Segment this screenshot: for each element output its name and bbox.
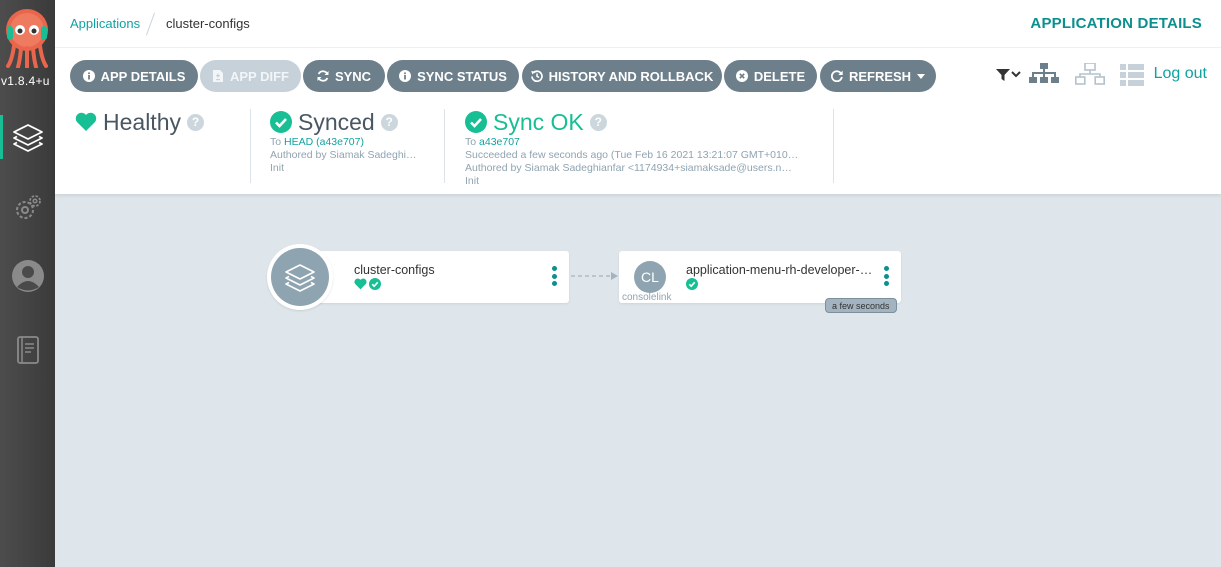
history-and-rollback-label: HISTORY AND ROLLBACK	[548, 68, 714, 84]
refresh-label: REFRESH	[848, 68, 912, 84]
sync-message: Init	[270, 162, 285, 174]
resource-age-badge: a few seconds	[825, 298, 897, 313]
top-bar: Applications cluster-configs APPLICATION…	[55, 0, 1221, 48]
info-icon	[82, 70, 95, 82]
question-circle-icon[interactable]: ?	[186, 113, 204, 131]
operation-revision-line: To a43e707	[465, 136, 815, 149]
layers-icon	[285, 264, 315, 292]
divider	[250, 109, 251, 183]
sync-status: Synced ? To HEAD (a43e707) Authored by S…	[270, 108, 440, 184]
app-diff-button[interactable]: APP DIFF	[200, 60, 301, 92]
app-node-menu[interactable]	[551, 266, 557, 286]
filter-dropdown[interactable]	[996, 62, 1022, 88]
version-label: v1.8.4+u	[1, 74, 50, 88]
operation-time: Succeeded a few seconds ago (Tue Feb 16 …	[465, 149, 799, 161]
divider	[833, 109, 834, 183]
app-node-icon	[267, 244, 333, 310]
sidebar-item-settings[interactable]	[0, 184, 55, 232]
breadcrumb-applications[interactable]: Applications	[70, 16, 140, 31]
list-view-button[interactable]	[1120, 62, 1144, 88]
tree-view-button[interactable]	[1029, 62, 1059, 88]
sitemap-icon	[1029, 63, 1059, 83]
app-node-name: cluster-configs	[354, 263, 435, 277]
network-icon	[1075, 63, 1105, 85]
argo-logo[interactable]	[4, 8, 50, 69]
to-label: To	[465, 136, 477, 148]
heart-icon	[354, 278, 367, 290]
resource-node-menu[interactable]	[883, 266, 889, 286]
delete-button[interactable]: DELETE	[724, 60, 817, 92]
operation-title: Sync OK	[493, 108, 584, 135]
sync-label: SYNC	[334, 68, 372, 84]
app-node[interactable]	[300, 251, 569, 303]
sidebar-item-applications[interactable]	[0, 113, 55, 161]
question-circle-icon[interactable]: ?	[380, 113, 398, 131]
operation-message: Init	[465, 175, 480, 187]
to-label: To	[270, 136, 282, 148]
status-panel: Healthy ? Synced ? To HEAD (a43e707) Aut…	[55, 100, 1221, 194]
health-status: Healthy ?	[75, 108, 245, 184]
divider	[444, 109, 445, 183]
check-circle-icon	[270, 111, 292, 133]
resource-node-icon: CL	[634, 261, 666, 293]
breadcrumb-current: cluster-configs	[166, 16, 250, 31]
filter-icon	[996, 69, 1021, 81]
operation-revision-link[interactable]: a43e707	[479, 136, 520, 148]
sync-title: Synced	[298, 108, 375, 135]
redo-icon	[830, 70, 843, 82]
check-circle-icon	[369, 278, 381, 290]
resource-kind: consolelink	[622, 292, 672, 303]
user-circle-icon	[11, 260, 44, 292]
toolbar: APP DETAILS APP DIFF SYNC SYNC STATUS HI…	[55, 48, 1221, 100]
book-icon	[16, 336, 39, 364]
app-details-label: APP DETAILS	[100, 68, 186, 84]
caret-down-icon	[917, 73, 926, 79]
sync-button[interactable]: SYNC	[303, 60, 385, 92]
sidebar: v1.8.4+u	[0, 0, 55, 567]
check-circle-icon	[686, 278, 698, 290]
list-icon	[1120, 64, 1144, 86]
history-and-rollback-button[interactable]: HISTORY AND ROLLBACK	[522, 60, 722, 92]
heart-icon	[75, 112, 97, 131]
health-title: Healthy	[103, 108, 181, 135]
sync-revision-line: To HEAD (a43e707)	[270, 136, 440, 149]
sync-icon	[317, 70, 329, 82]
question-circle-icon[interactable]: ?	[589, 113, 607, 131]
page-title: APPLICATION DETAILS	[1030, 15, 1202, 32]
app-details-button[interactable]: APP DETAILS	[70, 60, 198, 92]
logout-link[interactable]: Log out	[1154, 65, 1207, 83]
operation-author: Authored by Siamak Sadeghianfar <1174934…	[465, 162, 792, 174]
history-icon	[530, 70, 543, 82]
breadcrumb-separator	[145, 12, 156, 36]
sidebar-item-documentation[interactable]	[0, 326, 55, 374]
sync-status-button[interactable]: SYNC STATUS	[387, 60, 519, 92]
refresh-button[interactable]: REFRESH	[820, 60, 936, 92]
delete-label: DELETE	[753, 68, 806, 84]
check-circle-icon	[465, 111, 487, 133]
sync-status-label: SYNC STATUS	[417, 68, 507, 84]
sidebar-item-user-info[interactable]	[0, 252, 55, 300]
file-diff-icon	[212, 70, 224, 82]
times-circle-icon	[735, 70, 748, 82]
resource-node-name: application-menu-rh-developer-…	[686, 263, 873, 277]
app-diff-label: APP DIFF	[230, 68, 289, 84]
info-icon	[399, 70, 412, 82]
operation-status: Sync OK ? To a43e707 Succeeded a few sec…	[465, 108, 815, 187]
network-view-button[interactable]	[1075, 62, 1105, 88]
gears-icon	[15, 195, 41, 219]
graph-edge	[571, 272, 618, 280]
sync-revision-link[interactable]: HEAD (a43e707)	[284, 136, 364, 148]
sync-author: Authored by Siamak Sadeghi…	[270, 149, 417, 161]
layers-icon	[12, 124, 43, 152]
